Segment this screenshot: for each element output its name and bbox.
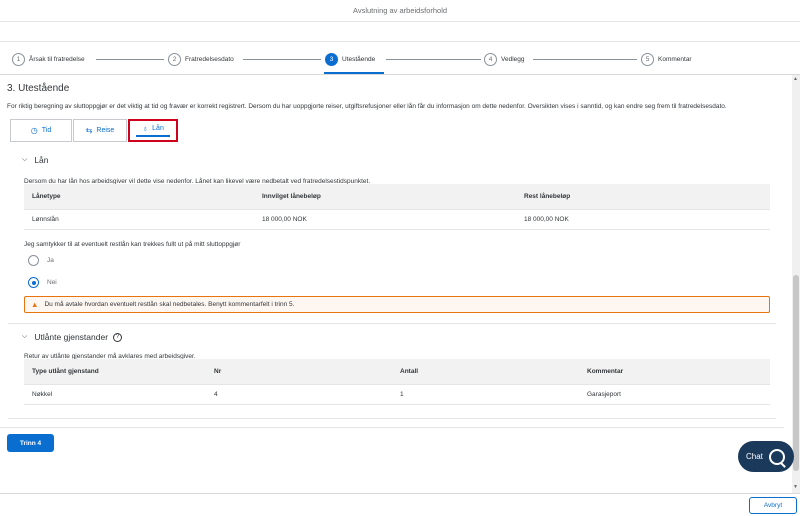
- consent-question: Jeg samtykker til at eventuelt restlån k…: [24, 241, 241, 248]
- table-header: Type utlånt gjenstand Nr Antall Kommenta…: [24, 359, 770, 385]
- step-connector: [533, 59, 637, 60]
- scroll-down-icon[interactable]: ▼: [793, 484, 798, 490]
- money-bag-icon: ♁: [142, 124, 149, 133]
- cancel-button[interactable]: Avbryt: [749, 497, 797, 514]
- table-cell: Nøkkel: [32, 391, 53, 398]
- divider: [8, 418, 776, 419]
- step-connector: [386, 59, 481, 60]
- section-description: For riktig beregning av sluttoppgjør er …: [7, 103, 727, 110]
- table-cell: Lønnslån: [32, 216, 59, 223]
- help-icon[interactable]: ?: [113, 332, 123, 342]
- step-label: Utestående: [342, 55, 376, 63]
- tab-lan[interactable]: ♁ Lån: [128, 119, 178, 142]
- scroll-up-icon[interactable]: ▲: [793, 76, 798, 82]
- section-title: 3. Utestående: [7, 83, 70, 94]
- warning-message: ▲ Du må avtale hvordan eventuelt restlån…: [24, 296, 770, 313]
- travel-icon: ⇆: [85, 126, 93, 135]
- step-connector: [96, 59, 164, 60]
- items-table: Type utlånt gjenstand Nr Antall Kommenta…: [24, 359, 770, 405]
- table-header: Lånetype Innvilget lånebeløp Rest lånebe…: [24, 184, 770, 210]
- column-header: Nr: [214, 368, 222, 375]
- column-header: Type utlånt gjenstand: [32, 368, 99, 375]
- radio-button[interactable]: [28, 277, 39, 288]
- loan-table: Lånetype Innvilget lånebeløp Rest lånebe…: [24, 184, 770, 230]
- footer-bar: Avbryt: [0, 493, 800, 516]
- column-header: Antall: [400, 368, 419, 375]
- tab-reise[interactable]: ⇆ Reise: [73, 119, 127, 142]
- header-strip: [0, 22, 800, 42]
- radio-nei[interactable]: Nei: [28, 277, 57, 288]
- tab-bar: ◷ Tid ⇆ Reise ♁ Lån: [7, 118, 785, 142]
- step-number: 4: [484, 52, 497, 66]
- next-step-button[interactable]: Trinn 4: [7, 434, 54, 452]
- step-number: 2: [168, 52, 181, 66]
- app-header: Avslutning av arbeidsforhold: [0, 0, 800, 22]
- table-cell: 1: [400, 391, 404, 398]
- step-1[interactable]: 1 Årsak til fratredelse: [12, 52, 85, 66]
- step-label: Vedlegg: [501, 55, 525, 63]
- step-connector: [243, 59, 321, 60]
- radio-ja[interactable]: Ja: [28, 255, 54, 266]
- radio-button[interactable]: [28, 255, 39, 266]
- tab-label: Lån: [152, 125, 164, 132]
- warning-icon: ▲: [31, 300, 39, 309]
- table-cell: Garasjeport: [587, 391, 621, 398]
- column-header: Innvilget lånebeløp: [262, 193, 321, 200]
- radio-label: Nei: [47, 279, 57, 286]
- radio-label: Ja: [47, 257, 54, 264]
- chevron-down-icon[interactable]: ⌵: [22, 156, 27, 164]
- step-number: 3: [325, 52, 338, 66]
- wizard-stepper: 1 Årsak til fratredelse 2 Fratredelsesda…: [0, 42, 800, 75]
- items-panel-title: Utlånte gjenstander: [34, 332, 109, 342]
- step-3[interactable]: 3 Utestående: [325, 52, 375, 66]
- items-panel-header[interactable]: ⌵ Utlånte gjenstander ?: [22, 332, 123, 342]
- chat-icon: [768, 448, 785, 465]
- column-header: Lånetype: [32, 193, 61, 200]
- tab-label: Reise: [96, 127, 115, 134]
- step-label: Fratredelsesdato: [185, 55, 234, 63]
- column-header: Kommentar: [587, 368, 624, 375]
- step-4[interactable]: 4 Vedlegg: [484, 52, 525, 66]
- divider: [0, 427, 784, 428]
- table-row: Lønnslån 18 000,00 NOK 18 000,00 NOK: [24, 210, 770, 230]
- main-content: 3. Utestående For riktig beregning av sl…: [0, 75, 792, 493]
- chat-label: Chat: [746, 452, 763, 461]
- tab-label: Tid: [41, 127, 52, 134]
- warning-text: Du må avtale hvordan eventuelt restlån s…: [44, 301, 295, 308]
- chat-button[interactable]: Chat: [738, 441, 794, 472]
- step-label: Årsak til fratredelse: [29, 55, 85, 63]
- step-2[interactable]: 2 Fratredelsesdato: [168, 52, 234, 66]
- tab-tid[interactable]: ◷ Tid: [10, 119, 72, 142]
- table-row: Nøkkel 4 1 Garasjeport: [24, 385, 770, 405]
- active-step-indicator: [324, 72, 384, 74]
- scrollbar-thumb[interactable]: [793, 275, 799, 471]
- loan-panel-title: Lån: [34, 155, 49, 165]
- loan-panel-header[interactable]: ⌵ Lån: [22, 155, 49, 165]
- table-cell: 18 000,00 NOK: [524, 216, 569, 223]
- table-cell: 18 000,00 NOK: [262, 216, 307, 223]
- divider: [8, 323, 776, 324]
- step-label: Kommentar: [658, 55, 692, 63]
- table-cell: 4: [214, 391, 218, 398]
- step-number: 1: [12, 52, 25, 66]
- step-number: 5: [641, 52, 654, 66]
- page-title: Avslutning av arbeidsforhold: [352, 6, 448, 15]
- chevron-down-icon[interactable]: ⌵: [22, 333, 27, 341]
- step-5[interactable]: 5 Kommentar: [641, 52, 692, 66]
- clock-icon: ◷: [30, 126, 38, 135]
- column-header: Rest lånebeløp: [524, 193, 571, 200]
